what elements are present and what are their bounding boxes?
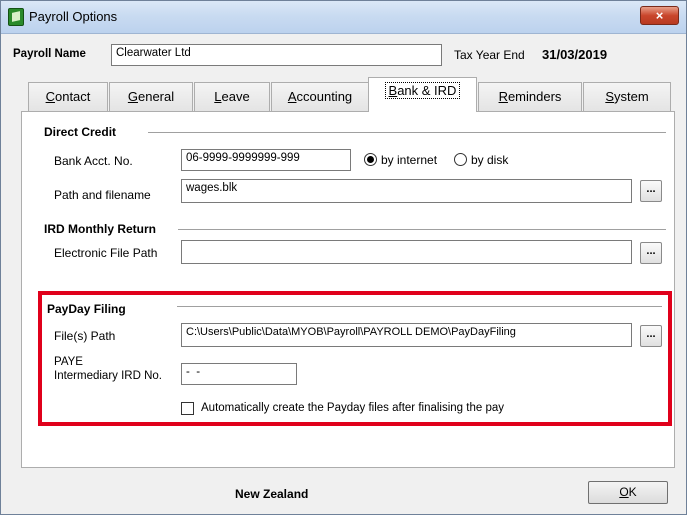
by-internet-label[interactable]: by internet <box>381 153 437 167</box>
tab-reminders[interactable]: Reminders <box>478 82 582 111</box>
direct-credit-heading: Direct Credit <box>44 125 117 139</box>
window-title: Payroll Options <box>29 9 118 24</box>
tab-label: ontact <box>54 89 91 104</box>
tab-bank-ird[interactable]: Bank & IRD <box>368 77 477 112</box>
browse-path-button[interactable]: ... <box>640 180 662 202</box>
electronic-file-path-label: Electronic File Path <box>54 246 158 260</box>
title-bar: Payroll Options × <box>1 1 686 34</box>
app-icon <box>8 8 24 26</box>
tab-label: eave <box>221 89 250 104</box>
tab-mnemonic: A <box>287 89 297 104</box>
tab-focus-frame: Bank & IRD <box>384 82 461 99</box>
group-divider <box>178 229 666 230</box>
tab-mnemonic: G <box>127 89 138 104</box>
tab-mnemonic: L <box>214 89 222 104</box>
tab-leave[interactable]: Leave <box>194 82 270 111</box>
ok-button[interactable]: OK <box>588 481 668 504</box>
path-filename-input[interactable]: wages.blk <box>181 179 632 203</box>
highlight-box <box>38 291 672 426</box>
by-internet-radio[interactable] <box>364 153 377 166</box>
country-label: New Zealand <box>235 487 309 501</box>
tab-mnemonic: B <box>388 83 398 98</box>
ird-monthly-return-heading: IRD Monthly Return <box>44 222 156 236</box>
tab-mnemonic: C <box>45 89 55 104</box>
tab-label: ccounting <box>296 89 353 104</box>
browse-electronic-file-button[interactable]: ... <box>640 242 662 264</box>
tax-year-end-label: Tax Year End <box>454 48 525 62</box>
ok-label: K <box>628 485 637 499</box>
payroll-name-input[interactable]: Clearwater Ltd <box>111 44 442 66</box>
by-disk-radio[interactable] <box>454 153 467 166</box>
ok-mnemonic: O <box>619 485 629 499</box>
tab-label: eminders <box>507 89 562 104</box>
bank-acct-label: Bank Acct. No. <box>54 154 133 168</box>
tab-mnemonic: R <box>498 89 508 104</box>
tab-mnemonic: S <box>605 89 614 104</box>
tab-label: eneral <box>137 89 175 104</box>
by-disk-label[interactable]: by disk <box>471 153 508 167</box>
tab-accounting[interactable]: Accounting <box>271 82 369 111</box>
group-divider <box>148 132 666 133</box>
close-button[interactable]: × <box>640 6 679 25</box>
tab-system[interactable]: System <box>583 82 671 111</box>
tab-label: ank & IRD <box>397 83 457 98</box>
tab-label: ystem <box>614 89 649 104</box>
close-icon: × <box>655 8 664 23</box>
electronic-file-path-input[interactable] <box>181 240 632 264</box>
tab-general[interactable]: General <box>109 82 193 111</box>
tab-contact[interactable]: Contact <box>28 82 108 111</box>
tax-year-end-value: 31/03/2019 <box>542 47 608 62</box>
path-filename-label: Path and filename <box>54 188 151 202</box>
payroll-name-label: Payroll Name <box>13 48 86 60</box>
payroll-options-window: Payroll Options × Payroll Name Clearwate… <box>0 0 687 515</box>
bank-acct-input[interactable]: 06-9999-9999999-999 <box>181 149 351 171</box>
